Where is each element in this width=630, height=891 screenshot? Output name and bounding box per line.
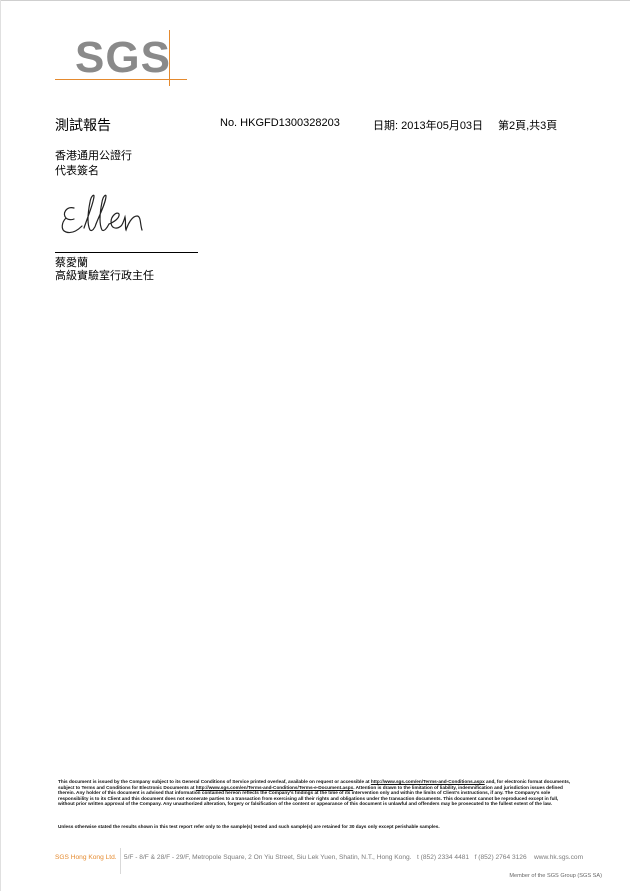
disclaimer-text: This document is issued by the Company s… — [58, 779, 573, 807]
signer-info: 蔡愛蘭 高級實驗室行政主任 — [55, 257, 154, 283]
signer-title: 高級實驗室行政主任 — [55, 270, 154, 282]
page-left-border — [0, 0, 1, 891]
footer-fax: f (852) 2764 3126 — [474, 854, 527, 861]
signature-line — [55, 252, 198, 253]
footer-company: SGS Hong Kong Ltd. — [55, 854, 117, 861]
report-title: 測試報告 — [55, 117, 111, 133]
signer-name: 蔡愛蘭 — [55, 257, 88, 269]
sample-retention-note: Unless otherwise stated the results show… — [58, 824, 440, 829]
signatory-role: 代表簽名 — [55, 165, 99, 177]
footer-address: 5/F - 8/F & 28/F - 29/F, Metropole Squar… — [123, 854, 412, 861]
logo-horizontal-line — [55, 79, 187, 80]
handwritten-signature — [61, 194, 143, 234]
report-date: 日期: 2013年05月03日 — [373, 120, 484, 132]
signatory-block: 香港通用公證行 代表簽名 — [55, 149, 132, 179]
page-number: 第2頁,共3頁 — [498, 120, 558, 132]
logo-vertical-line — [169, 30, 170, 86]
footer-address-line: SGS Hong Kong Ltd. 5/F - 8/F & 28/F - 29… — [55, 854, 583, 861]
terms-e-document-link[interactable]: http://www.sgs.com/en/Terms-and-Conditio… — [196, 785, 353, 790]
terms-link[interactable]: http://www.sgs.com/en/Terms-and-Conditio… — [371, 779, 485, 784]
logo-text: SGS — [75, 33, 171, 82]
report-number: No. HKGFD1300328203 — [220, 117, 340, 129]
footer-web[interactable]: www.hk.sgs.com — [534, 854, 583, 861]
page-top-border — [0, 0, 630, 1]
sgs-member-note: Member of the SGS Group (SGS SA) — [509, 873, 602, 879]
footer-tel: t (852) 2334 4481 — [417, 854, 470, 861]
sgs-logo: SGS — [55, 30, 187, 86]
footer-divider — [120, 848, 121, 874]
disclaimer-part-1: This document is issued by the Company s… — [58, 779, 371, 784]
signatory-company: 香港通用公證行 — [55, 150, 132, 162]
